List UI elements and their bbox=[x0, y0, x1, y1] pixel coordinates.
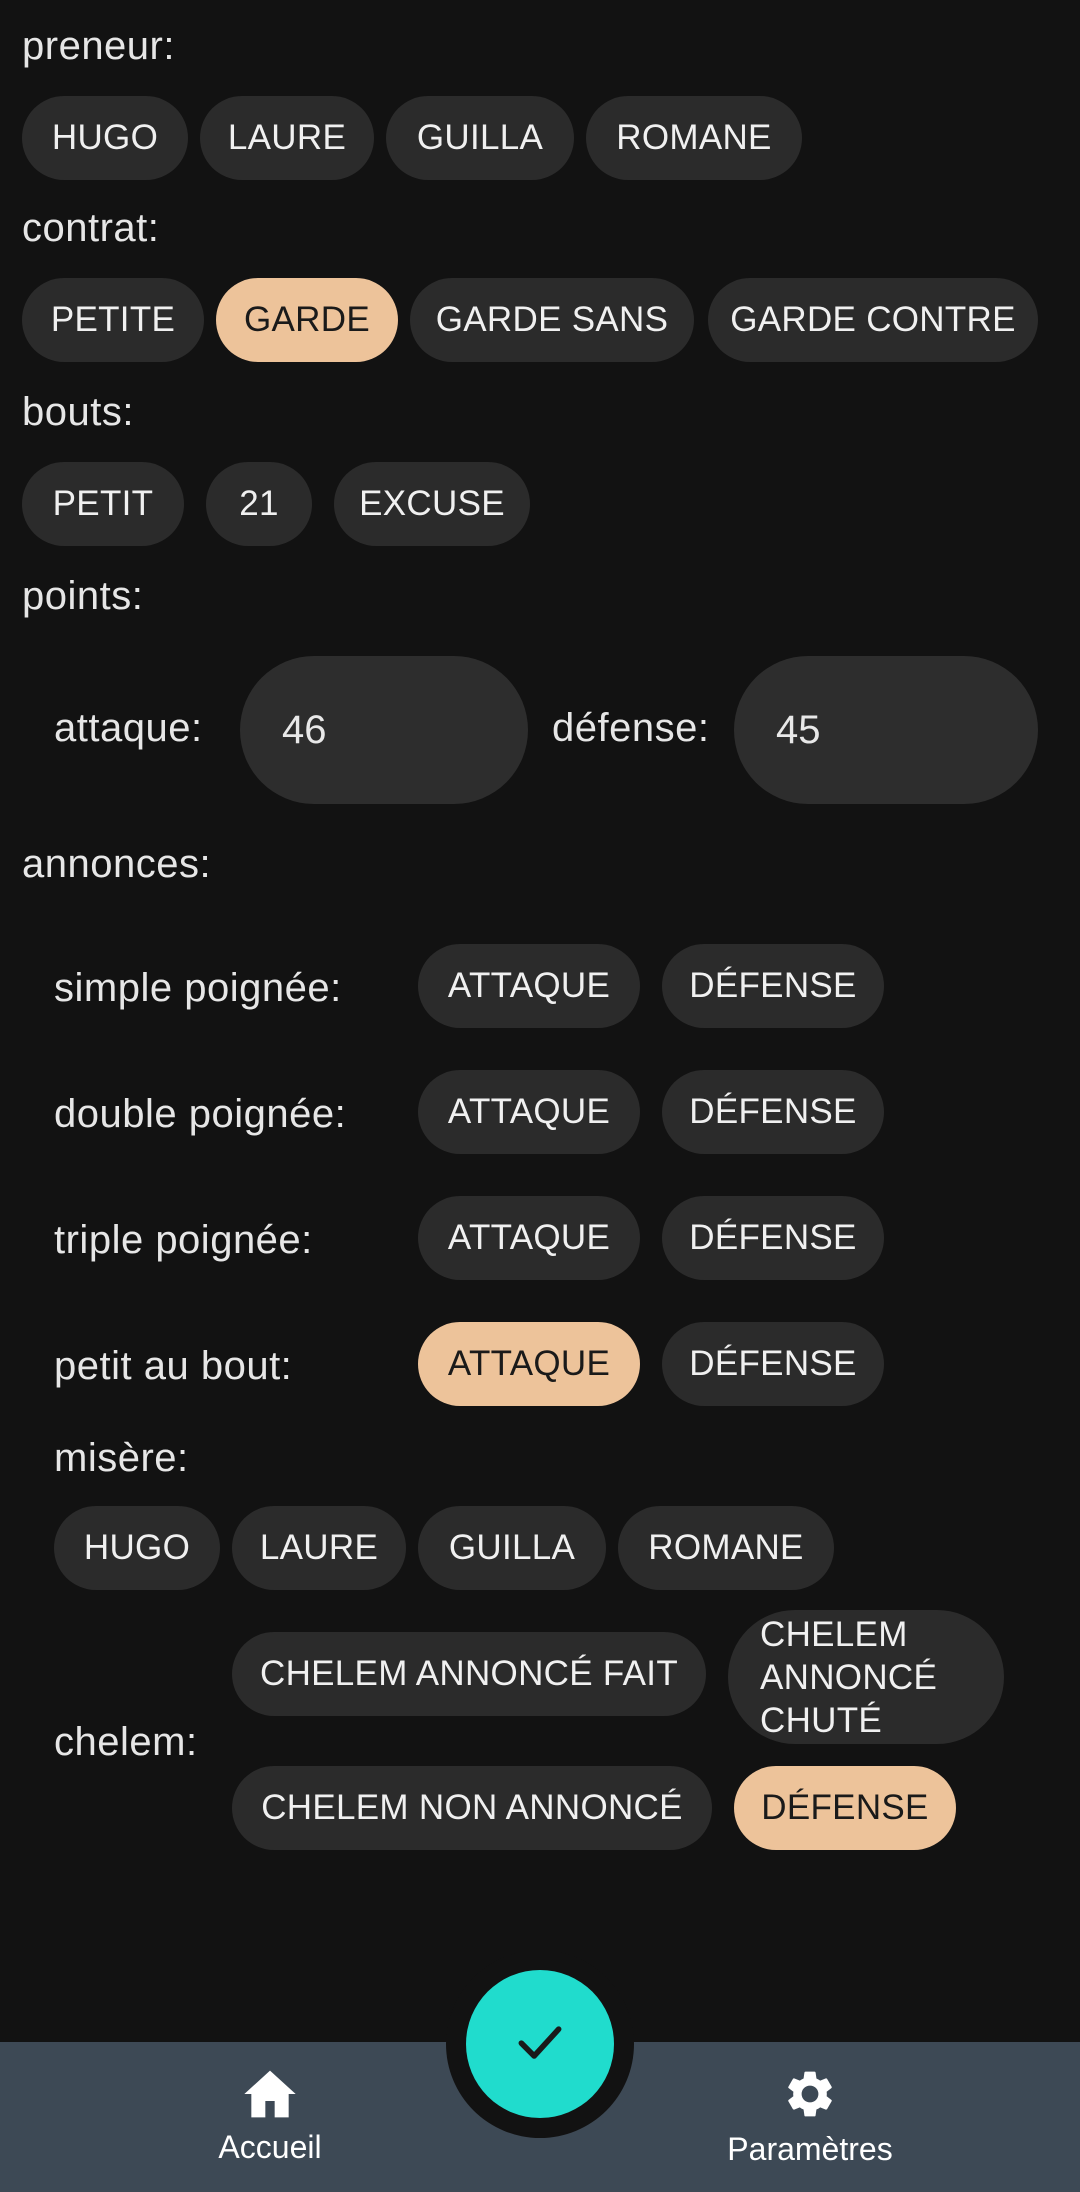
chelem-announced-failed-line-2: ANNONCÉ bbox=[760, 1657, 938, 1697]
check-icon bbox=[512, 2014, 568, 2075]
petit-au-bout-label: petit au bout: bbox=[54, 1344, 293, 1388]
defense-points-label: défense: bbox=[552, 706, 710, 750]
simple-poignee-label: simple poignée: bbox=[54, 966, 342, 1010]
preneur-label: preneur: bbox=[22, 24, 175, 68]
preneur-chip-guilla[interactable]: GUILLA bbox=[386, 96, 574, 180]
double-poignee-label: double poignée: bbox=[54, 1092, 347, 1136]
chelem-announced-failed-line-1: CHELEM bbox=[760, 1614, 908, 1654]
bout-chip-petit[interactable]: PETIT bbox=[22, 462, 184, 546]
chelem-label: chelem: bbox=[54, 1720, 198, 1764]
contract-chip-garde-sans[interactable]: GARDE SANS bbox=[410, 278, 694, 362]
misere-chip-guilla[interactable]: GUILLA bbox=[418, 1506, 606, 1590]
contract-chip-garde[interactable]: GARDE bbox=[216, 278, 398, 362]
annonces-label: annonces: bbox=[22, 842, 212, 886]
defense-points-input[interactable]: 45 bbox=[734, 656, 1038, 804]
nav-settings[interactable]: Paramètres bbox=[700, 2042, 920, 2192]
preneur-chip-romane[interactable]: ROMANE bbox=[586, 96, 802, 180]
contrat-label: contrat: bbox=[22, 206, 160, 250]
simple-poignee-defense-chip[interactable]: DÉFENSE bbox=[662, 944, 884, 1028]
home-icon bbox=[242, 2068, 298, 2125]
contract-chip-petite[interactable]: PETITE bbox=[22, 278, 204, 362]
preneur-chip-hugo[interactable]: HUGO bbox=[22, 96, 188, 180]
petit-au-bout-defense-chip[interactable]: DÉFENSE bbox=[662, 1322, 884, 1406]
double-poignee-attack-chip[interactable]: ATTAQUE bbox=[418, 1070, 640, 1154]
nav-home[interactable]: Accueil bbox=[170, 2042, 370, 2192]
petit-au-bout-attack-chip[interactable]: ATTAQUE bbox=[418, 1322, 640, 1406]
nav-home-label: Accueil bbox=[218, 2129, 322, 2165]
double-poignee-defense-chip[interactable]: DÉFENSE bbox=[662, 1070, 884, 1154]
chelem-not-announced-chip[interactable]: CHELEM NON ANNONCÉ bbox=[232, 1766, 712, 1850]
confirm-fab-button[interactable] bbox=[466, 1970, 614, 2118]
triple-poignee-attack-chip[interactable]: ATTAQUE bbox=[418, 1196, 640, 1280]
bout-chip-excuse[interactable]: EXCUSE bbox=[334, 462, 530, 546]
attack-points-label: attaque: bbox=[54, 706, 203, 750]
triple-poignee-defense-chip[interactable]: DÉFENSE bbox=[662, 1196, 884, 1280]
chelem-announced-failed-line-3: CHUTÉ bbox=[760, 1700, 883, 1740]
simple-poignee-attack-chip[interactable]: ATTAQUE bbox=[418, 944, 640, 1028]
misere-chip-romane[interactable]: ROMANE bbox=[618, 1506, 834, 1590]
misere-label: misère: bbox=[54, 1436, 189, 1480]
contract-chip-garde-contre[interactable]: GARDE CONTRE bbox=[708, 278, 1038, 362]
chelem-announced-made-chip[interactable]: CHELEM ANNONCÉ FAIT bbox=[232, 1632, 706, 1716]
triple-poignee-label: triple poignée: bbox=[54, 1218, 313, 1262]
points-label: points: bbox=[22, 574, 144, 618]
nav-settings-label: Paramètres bbox=[727, 2131, 893, 2167]
chelem-announced-failed-chip[interactable]: CHELEM ANNONCÉ CHUTÉ bbox=[728, 1610, 1004, 1744]
attack-points-input[interactable]: 46 bbox=[240, 656, 528, 804]
chelem-defense-chip[interactable]: DÉFENSE bbox=[734, 1766, 956, 1850]
gear-icon bbox=[782, 2066, 838, 2127]
bout-chip-21[interactable]: 21 bbox=[206, 462, 312, 546]
misere-chip-hugo[interactable]: HUGO bbox=[54, 1506, 220, 1590]
preneur-chip-laure[interactable]: LAURE bbox=[200, 96, 374, 180]
bouts-label: bouts: bbox=[22, 390, 134, 434]
misere-chip-laure[interactable]: LAURE bbox=[232, 1506, 406, 1590]
